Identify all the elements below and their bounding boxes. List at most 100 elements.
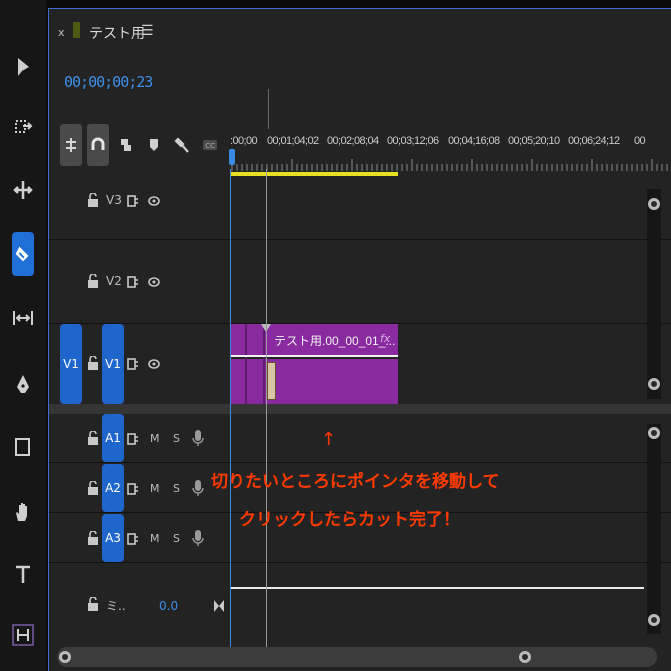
tools-panel xyxy=(0,0,46,671)
track-target-a2[interactable]: A2 xyxy=(102,464,124,512)
mute-button[interactable]: M xyxy=(150,532,160,545)
solo-button[interactable]: S xyxy=(173,432,180,445)
scrollbar-handle[interactable] xyxy=(648,378,660,390)
mute-button[interactable]: M xyxy=(150,482,160,495)
eye-icon[interactable] xyxy=(148,357,160,371)
scrollbar-handle[interactable] xyxy=(648,198,660,210)
horizontal-scrollbar[interactable] xyxy=(57,647,657,667)
ripple-edit-tool-button[interactable] xyxy=(8,175,38,205)
microphone-icon[interactable] xyxy=(192,529,204,547)
time-ruler[interactable]: :00;00 00;01;04;02 00;02;08;04 00;03;12;… xyxy=(230,121,671,179)
track-separator xyxy=(49,462,671,463)
ruler-label: 00;06;24;12 xyxy=(568,135,620,147)
scrollbar-handle[interactable] xyxy=(59,651,71,663)
sync-lock-icon[interactable] xyxy=(127,275,139,289)
clip-fx-badge[interactable]: fx xyxy=(380,332,390,345)
solo-button[interactable]: S xyxy=(173,482,180,495)
track-select-tool-button[interactable] xyxy=(8,112,38,142)
tab-sequence-title[interactable]: テスト用 xyxy=(89,23,145,43)
clip-edit-point[interactable] xyxy=(245,324,247,404)
playhead-timecode[interactable]: 00;00;00;23 xyxy=(64,73,153,91)
tab-close-button[interactable]: x xyxy=(58,26,65,39)
video-vertical-scrollbar[interactable] xyxy=(647,189,661,399)
nest-toggle-button[interactable] xyxy=(60,124,82,166)
ruler-label: 00;05;20;10 xyxy=(508,135,560,147)
ruler-label: 00 xyxy=(634,135,646,147)
microphone-icon[interactable] xyxy=(192,429,204,447)
svg-text:CC: CC xyxy=(205,142,215,150)
hand-tool-button[interactable] xyxy=(8,497,38,527)
type-icon xyxy=(16,565,30,583)
razor-tool-button[interactable] xyxy=(12,232,34,276)
pen-icon xyxy=(17,375,29,393)
sync-lock-icon[interactable] xyxy=(127,482,139,496)
ruler-label: 00;01;04;02 xyxy=(267,135,319,147)
track-target-v1[interactable]: V1 xyxy=(102,324,124,404)
ruler-label: 00;02;08;04 xyxy=(327,135,379,147)
track-name-v2[interactable]: V2 xyxy=(106,274,122,288)
sync-lock-icon[interactable] xyxy=(127,194,139,208)
type-tool-button[interactable] xyxy=(8,560,38,590)
video-clip-thumbnail-area[interactable] xyxy=(230,359,398,404)
timeline-panel: x テスト用 ☰ 00;00;00;23 CC :00;00 00;01;04;… xyxy=(48,8,671,671)
marker-icon xyxy=(150,139,158,151)
master-volume-value[interactable]: 0.0 xyxy=(159,599,178,613)
captions-button[interactable]: CC xyxy=(199,124,221,166)
track-target-a1[interactable]: A1 xyxy=(102,414,124,462)
lock-icon[interactable] xyxy=(87,431,99,445)
sync-lock-icon[interactable] xyxy=(127,532,139,546)
clip-thumbnail xyxy=(267,362,276,400)
video-audio-divider[interactable] xyxy=(49,404,671,414)
track-target-a3[interactable]: A3 xyxy=(102,514,124,562)
source-patch-v1[interactable]: V1 xyxy=(60,324,82,404)
scrollbar-handle[interactable] xyxy=(519,651,531,663)
scrollbar-handle[interactable] xyxy=(648,614,660,626)
eye-icon[interactable] xyxy=(148,275,160,289)
ruler-cursor-indicator xyxy=(268,89,269,129)
lock-icon[interactable] xyxy=(87,274,99,288)
timeline-settings-button[interactable] xyxy=(171,124,193,166)
linked-selection-button[interactable] xyxy=(115,124,137,166)
track-name-v3[interactable]: V3 xyxy=(106,193,122,207)
microphone-icon[interactable] xyxy=(192,479,204,497)
sequence-color-swatch xyxy=(73,22,80,38)
add-marker-button[interactable] xyxy=(143,124,165,166)
track-select-icon xyxy=(15,120,33,133)
selection-tool-button[interactable] xyxy=(8,52,38,82)
extra-tool-button[interactable] xyxy=(8,620,38,650)
arrow-icon xyxy=(18,58,29,76)
slip-icon xyxy=(13,311,33,325)
sync-lock-icon[interactable] xyxy=(127,357,139,371)
pen-tool-button[interactable] xyxy=(8,370,38,400)
mute-button[interactable]: M xyxy=(150,432,160,445)
playhead-handle[interactable] xyxy=(229,149,235,165)
audio-vertical-scrollbar[interactable] xyxy=(647,424,661,634)
tab-menu-button[interactable]: ☰ xyxy=(141,23,154,39)
annotation-arrow: ↑ xyxy=(321,429,337,450)
razor-pointer-line xyxy=(266,169,267,649)
snap-nest-icon xyxy=(66,138,76,152)
work-area-bar[interactable] xyxy=(230,172,398,176)
solo-button[interactable]: S xyxy=(173,532,180,545)
rectangle-tool-button[interactable] xyxy=(8,432,38,462)
extra-icon xyxy=(12,624,34,646)
lock-icon[interactable] xyxy=(87,481,99,495)
bowtie-icon[interactable] xyxy=(213,599,225,613)
lock-icon[interactable] xyxy=(87,531,99,545)
playhead-line xyxy=(230,169,231,649)
lock-icon[interactable] xyxy=(87,356,99,370)
slip-tool-button[interactable] xyxy=(8,303,38,333)
lock-icon[interactable] xyxy=(87,597,99,611)
captions-icon: CC xyxy=(203,140,217,150)
master-track-line xyxy=(230,587,644,589)
rectangle-icon xyxy=(15,438,30,456)
clip-edit-point[interactable] xyxy=(263,324,265,404)
snap-button[interactable] xyxy=(87,124,109,166)
ruler-ticks xyxy=(231,159,668,171)
sync-lock-icon[interactable] xyxy=(127,432,139,446)
eye-icon[interactable] xyxy=(148,194,160,208)
scrollbar-handle[interactable] xyxy=(648,427,660,439)
lock-icon[interactable] xyxy=(87,193,99,207)
clip-opacity-line[interactable] xyxy=(230,355,398,357)
magnet-icon xyxy=(91,137,105,150)
